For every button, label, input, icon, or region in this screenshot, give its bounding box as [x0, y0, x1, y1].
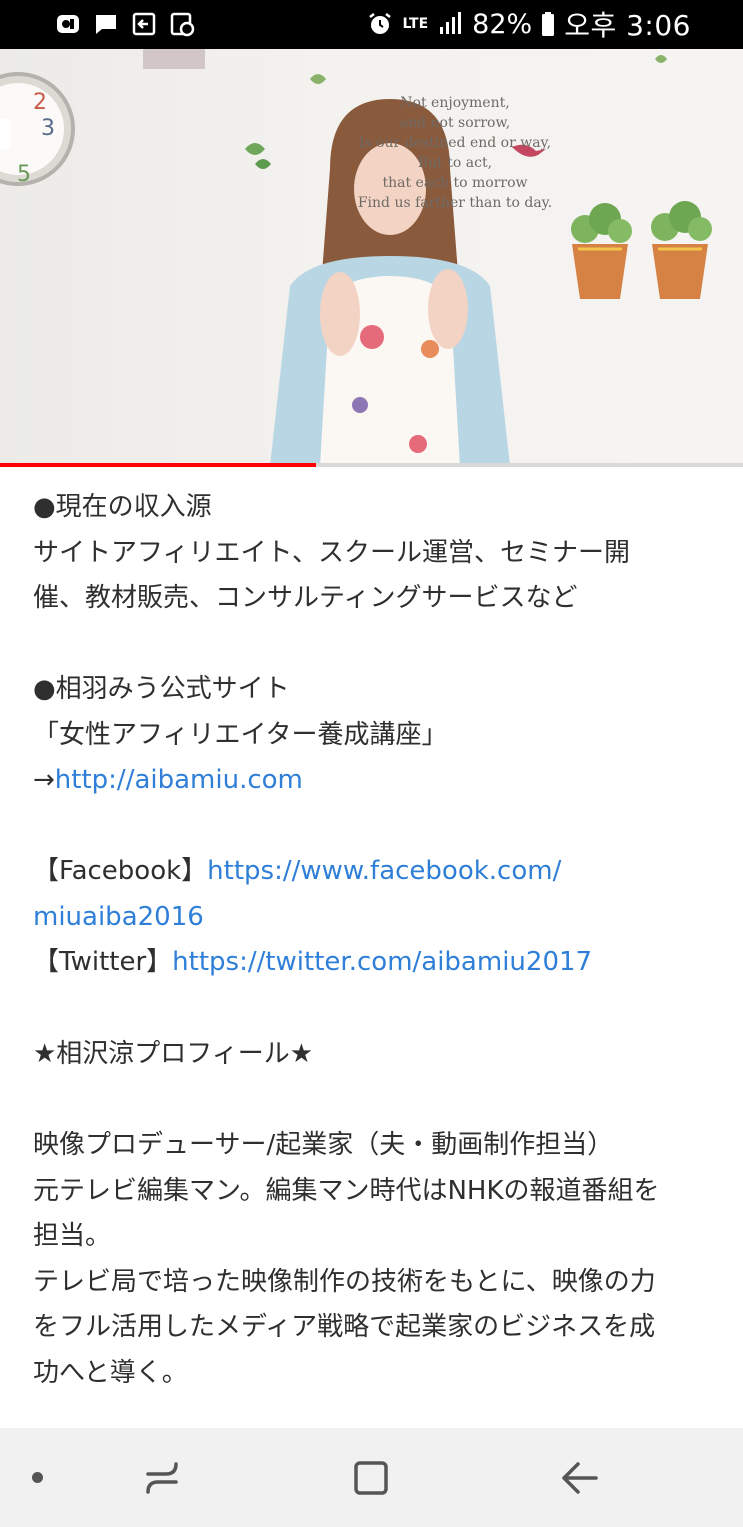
- video-progress-bar[interactable]: [0, 463, 743, 467]
- wall-quote-line: and not sorrow,: [399, 115, 511, 131]
- battery-icon: [542, 12, 555, 36]
- description-link[interactable]: https://www.facebook.com/: [207, 856, 561, 886]
- battery-percent: 82%: [472, 8, 533, 40]
- description-line: 「女性アフィリエイター養成講座」: [33, 719, 448, 750]
- svg-text:5: 5: [17, 162, 31, 187]
- description-line: 元テレビ編集マン。編集マン時代はNHKの報道番組を: [33, 1175, 660, 1206]
- video-description: ●現在の収入源サイトアフィリエイト、スクール運営、セミナー開 催、教材販売、コンサ…: [33, 485, 713, 1396]
- description-line: テレビ局で培った映像制作の技術をもとに、映像の力: [33, 1266, 656, 1297]
- clock: 오후 3:06: [564, 9, 691, 42]
- app-notification-icon: [57, 15, 79, 33]
- navigation-bar: [0, 1428, 743, 1527]
- description-line: ●現在の収入源: [33, 492, 212, 522]
- system-status: LTE 82% 오후 3:06: [367, 7, 691, 42]
- link-prefix: 【Twitter】: [33, 947, 173, 977]
- description-line: サイトアフィリエイト、スクール運営、セミナー開: [33, 537, 630, 568]
- home-icon[interactable]: [352, 1459, 390, 1497]
- svg-text:2: 2: [33, 90, 47, 115]
- description-line: ●相羽みう公式サイト: [33, 674, 290, 704]
- wall-quote: Not enjoyment, and not sorrow, Is our de…: [345, 93, 565, 213]
- description-line: 【Facebook】https://www.facebook.com/: [33, 849, 713, 895]
- description-line: →http://aibamiu.com: [33, 758, 713, 804]
- recent-apps-icon[interactable]: [144, 1462, 182, 1496]
- description-line: 映像プロデューサー/起業家（夫・動画制作担当）: [33, 1130, 614, 1160]
- svg-text:3: 3: [41, 116, 55, 141]
- signal-icon: [440, 12, 462, 34]
- link-prefix: →: [33, 765, 55, 795]
- wall-quote-line: Not enjoyment,: [400, 95, 510, 111]
- screen-share-icon: [132, 12, 156, 36]
- description-line: ★相沢涼プロフィール★: [33, 1039, 314, 1069]
- video-player[interactable]: 2 3 5 Not enjoyment, and not sorrow, Is …: [0, 49, 743, 466]
- alarm-file-icon: [170, 12, 195, 37]
- description-line: 【Twitter】https://twitter.com/aibamiu2017: [33, 940, 713, 986]
- network-type: LTE: [402, 15, 429, 32]
- link-prefix: 【Facebook】: [33, 856, 208, 886]
- description-line: 催、教材販売、コンサルティングサービスなど: [33, 583, 578, 613]
- back-icon[interactable]: [560, 1460, 600, 1496]
- description-line: 担当。: [33, 1221, 112, 1251]
- message-icon: [96, 15, 116, 34]
- dot-indicator-icon[interactable]: [32, 1472, 43, 1483]
- wall-quote-line: that each to morrow: [382, 175, 528, 191]
- wall-quote-line: But to act,: [417, 155, 493, 171]
- wall-clock-illustration: 2 3 5: [0, 72, 75, 187]
- notification-icons: [55, 9, 195, 39]
- plant-pot-illustration: [571, 201, 712, 299]
- description-line: 功へと導く。: [33, 1357, 188, 1388]
- wall-quote-line: Find us farther than to day.: [357, 195, 553, 211]
- status-bar: LTE 82% 오후 3:06: [0, 0, 743, 49]
- description-line: miuaiba2016: [33, 895, 713, 941]
- description-link[interactable]: miuaiba2016: [33, 902, 204, 932]
- alarm-icon: [369, 13, 392, 34]
- description-line: をフル活用したメディア戦略で起業家のビジネスを成: [33, 1312, 656, 1342]
- description-link[interactable]: http://aibamiu.com: [55, 765, 303, 795]
- video-progress-fill: [0, 463, 316, 467]
- wall-quote-line: Is our destined end or way,: [358, 135, 552, 151]
- description-link[interactable]: https://twitter.com/aibamiu2017: [172, 947, 592, 977]
